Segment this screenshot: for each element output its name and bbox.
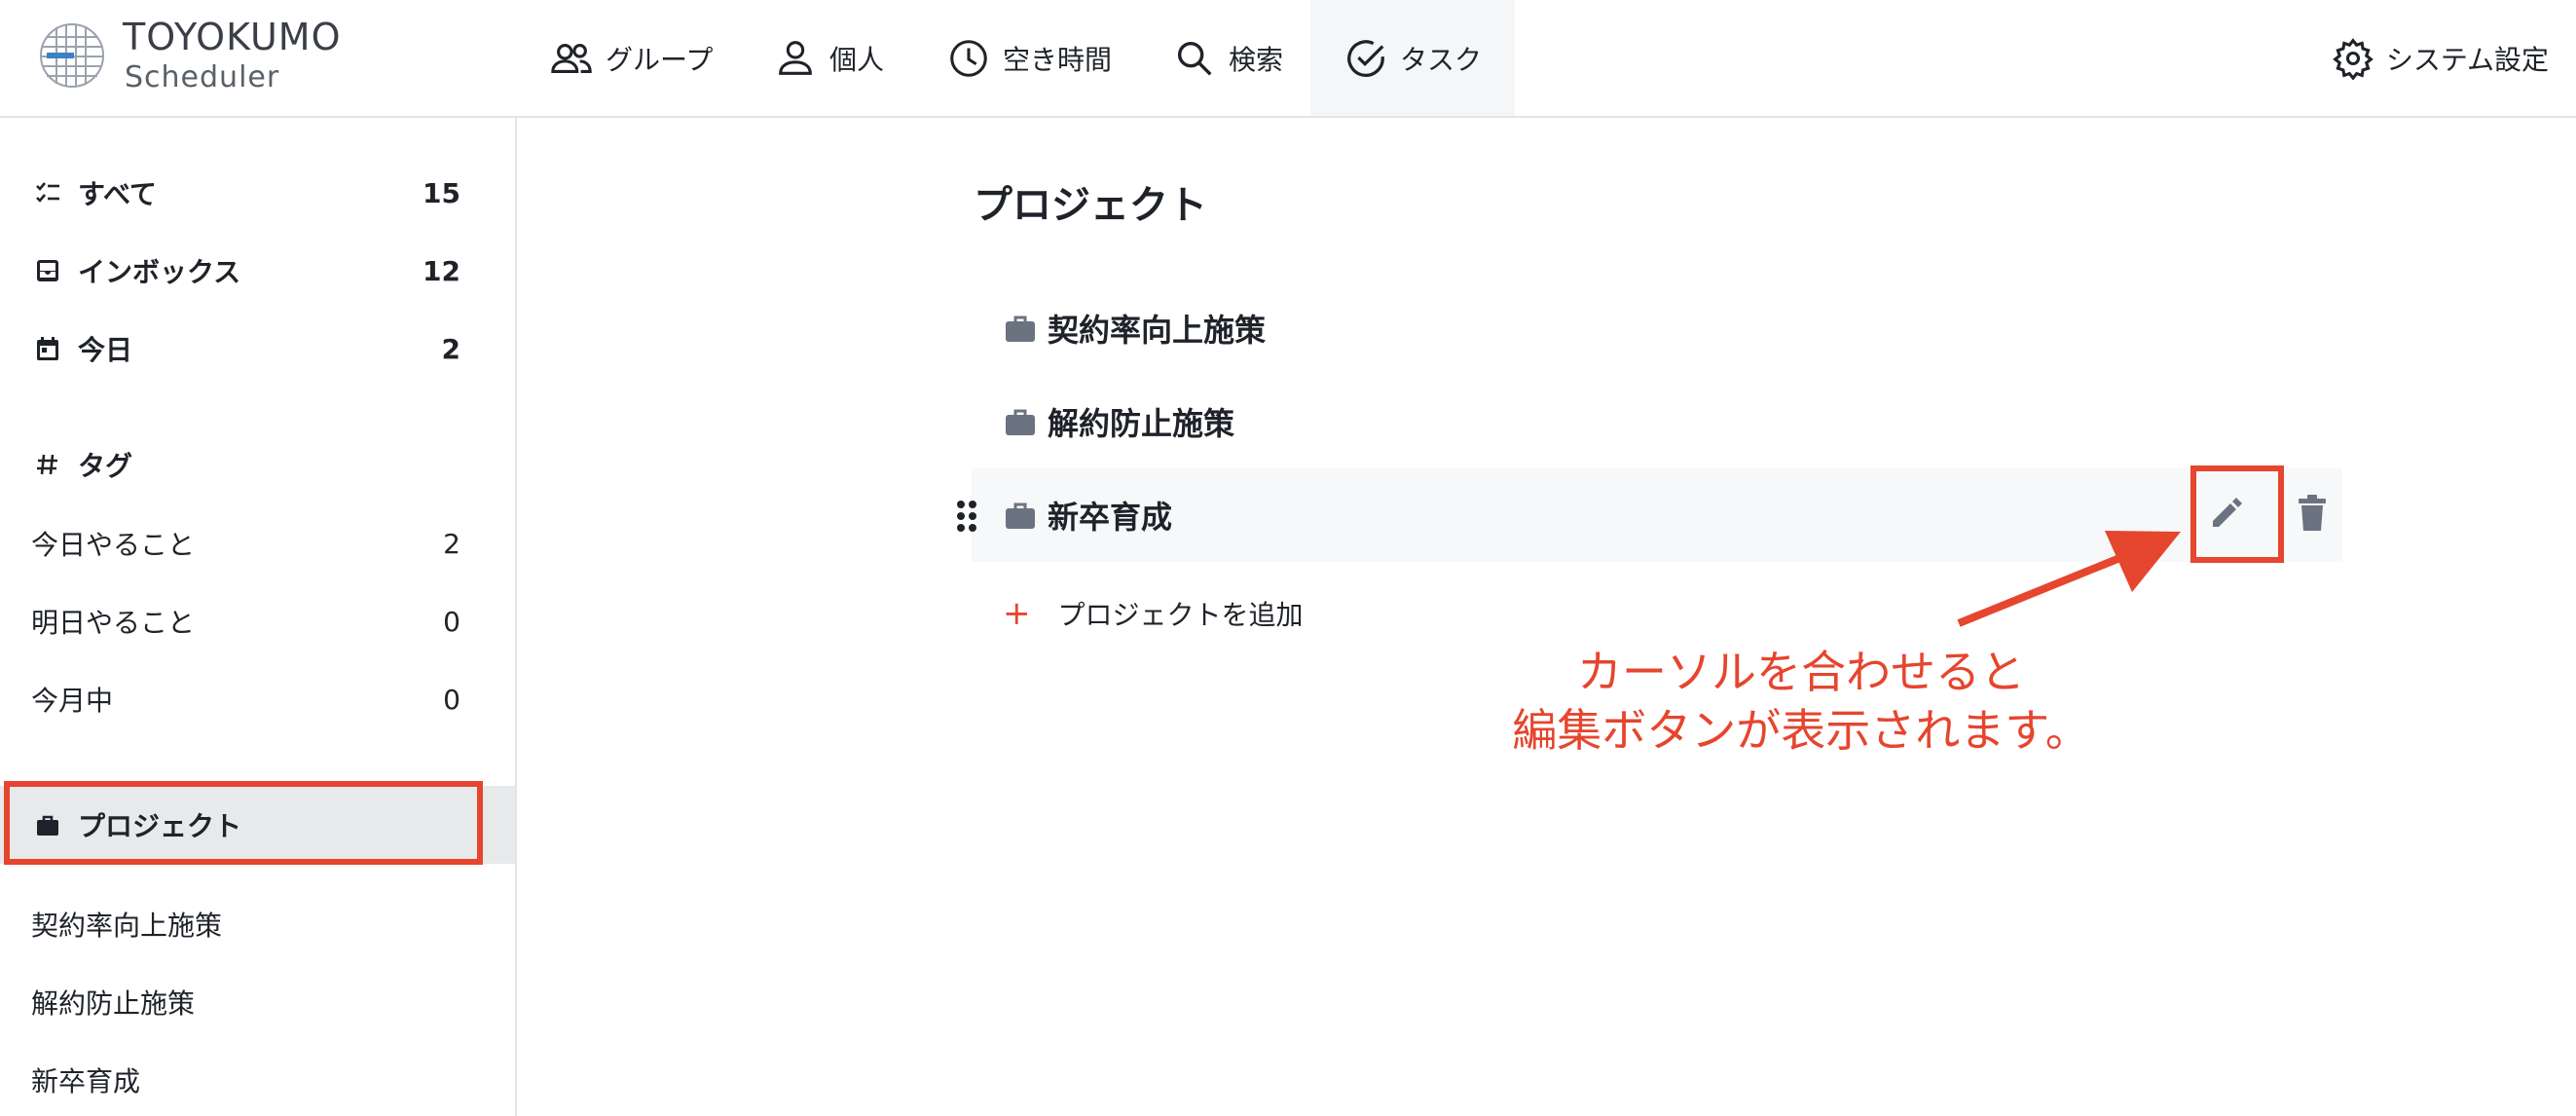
sidebar-item-count: 2 [441,332,460,365]
edit-project-button[interactable] [2202,489,2251,538]
group-icon [551,43,592,73]
nav-tasks[interactable]: タスク [1310,0,1516,116]
sidebar-item-label: 明日やること [31,607,196,639]
nav-personal-label: 個人 [829,43,885,76]
check-circle-icon [1347,39,1384,77]
sidebar-item-projects[interactable]: プロジェクト [0,786,515,864]
sidebar-tag-today[interactable]: 今日やること 2 [0,516,515,571]
nav-search-label: 検索 [1229,43,1284,76]
briefcase-icon [1006,409,1035,435]
trash-icon [2299,495,2326,531]
sidebar-item-count: 12 [423,254,460,287]
project-row[interactable]: 契約率向上施策 [972,281,2342,375]
sidebar-item-label: プロジェクト [78,810,242,842]
sidebar-item-label: 今月中 [31,685,114,717]
sidebar-item-label: 新卒育成 [31,1065,141,1097]
add-project-label: プロジェクトを追加 [1057,599,1304,631]
nav-group-label: グループ [606,43,714,76]
sidebar-project-item[interactable]: 新卒育成 [0,1053,515,1107]
pencil-icon [2213,498,2242,527]
sidebar-item-count: 2 [443,527,460,560]
annotation-callout: カーソルを合わせると 編集ボタンが表示されます。 [1460,643,2142,760]
sidebar-item-inbox[interactable]: インボックス 12 [0,243,515,298]
logo-subtitle: Scheduler [125,60,280,94]
project-name: 新卒育成 [1048,499,1173,536]
logo-title: TOYOKUMO [123,16,342,58]
project-row-hovered[interactable]: 新卒育成 [972,468,2342,562]
sidebar-item-label: 今日やること [31,529,196,561]
sidebar-item-count: 0 [443,605,460,638]
delete-project-button[interactable] [2288,489,2337,538]
system-settings-button[interactable]: システム設定 [2332,0,2549,116]
nav-free-time[interactable]: 空き時間 [946,0,1112,116]
briefcase-icon [31,808,64,841]
search-icon [1177,41,1212,76]
annotation-line-1: カーソルを合わせると [1577,646,2025,698]
add-project-button[interactable]: + プロジェクトを追加 [1003,590,1304,637]
sidebar-item-all[interactable]: すべて 15 [0,166,515,220]
sidebar-item-label: インボックス [78,256,241,288]
briefcase-icon [1006,502,1035,529]
briefcase-icon [1006,316,1035,342]
gear-icon [2333,37,2374,80]
checklist-icon [31,176,64,209]
sidebar-item-label: 契約率向上施策 [31,910,223,942]
nav-search[interactable]: 検索 [1172,0,1283,116]
top-header: TOYOKUMO Scheduler グループ 個人 空き時間 検索 タスク シ… [0,0,2576,118]
calendar-icon [31,332,64,365]
tags-heading-label: タグ [78,450,133,482]
nav-personal[interactable]: 個人 [773,0,884,116]
person-icon [779,40,812,75]
inbox-icon [31,254,64,287]
project-name: 契約率向上施策 [1048,312,1267,349]
nav-free-time-label: 空き時間 [1003,43,1113,76]
page-title: プロジェクト [974,183,1207,228]
sidebar-item-count: 15 [423,176,460,209]
sidebar-project-item[interactable]: 契約率向上施策 [0,897,515,951]
drag-handle-icon[interactable] [952,497,981,536]
project-name: 解約防止施策 [1048,405,1235,442]
sidebar-item-label: 今日 [78,334,133,366]
sidebar-tag-this-month[interactable]: 今月中 0 [0,672,515,726]
sidebar-item-today[interactable]: 今日 2 [0,321,515,376]
app-logo[interactable]: TOYOKUMO Scheduler [37,16,368,95]
tags-heading[interactable]: タグ [0,437,515,492]
annotation-line-2: 編集ボタンが表示されます。 [1512,704,2090,757]
clock-icon [950,39,987,77]
sidebar-item-count: 0 [443,683,460,716]
plus-icon: + [1003,594,1031,633]
sidebar-item-label: すべて [78,178,157,210]
nav-group[interactable]: グループ [549,0,713,116]
sidebar-tag-tomorrow[interactable]: 明日やること 0 [0,594,515,649]
sidebar-item-label: 解約防止施策 [31,987,196,1020]
nav-tasks-label: タスク [1400,43,1483,76]
logo-mark-icon [40,23,104,88]
system-settings-label: システム設定 [2385,43,2549,76]
sidebar-project-item[interactable]: 解約防止施策 [0,975,515,1029]
hash-icon [31,448,64,481]
project-row[interactable]: 解約防止施策 [972,375,2342,468]
sidebar: すべて 15 インボックス 12 今日 2 タグ 今日やること 2 明日やること… [0,118,517,1116]
